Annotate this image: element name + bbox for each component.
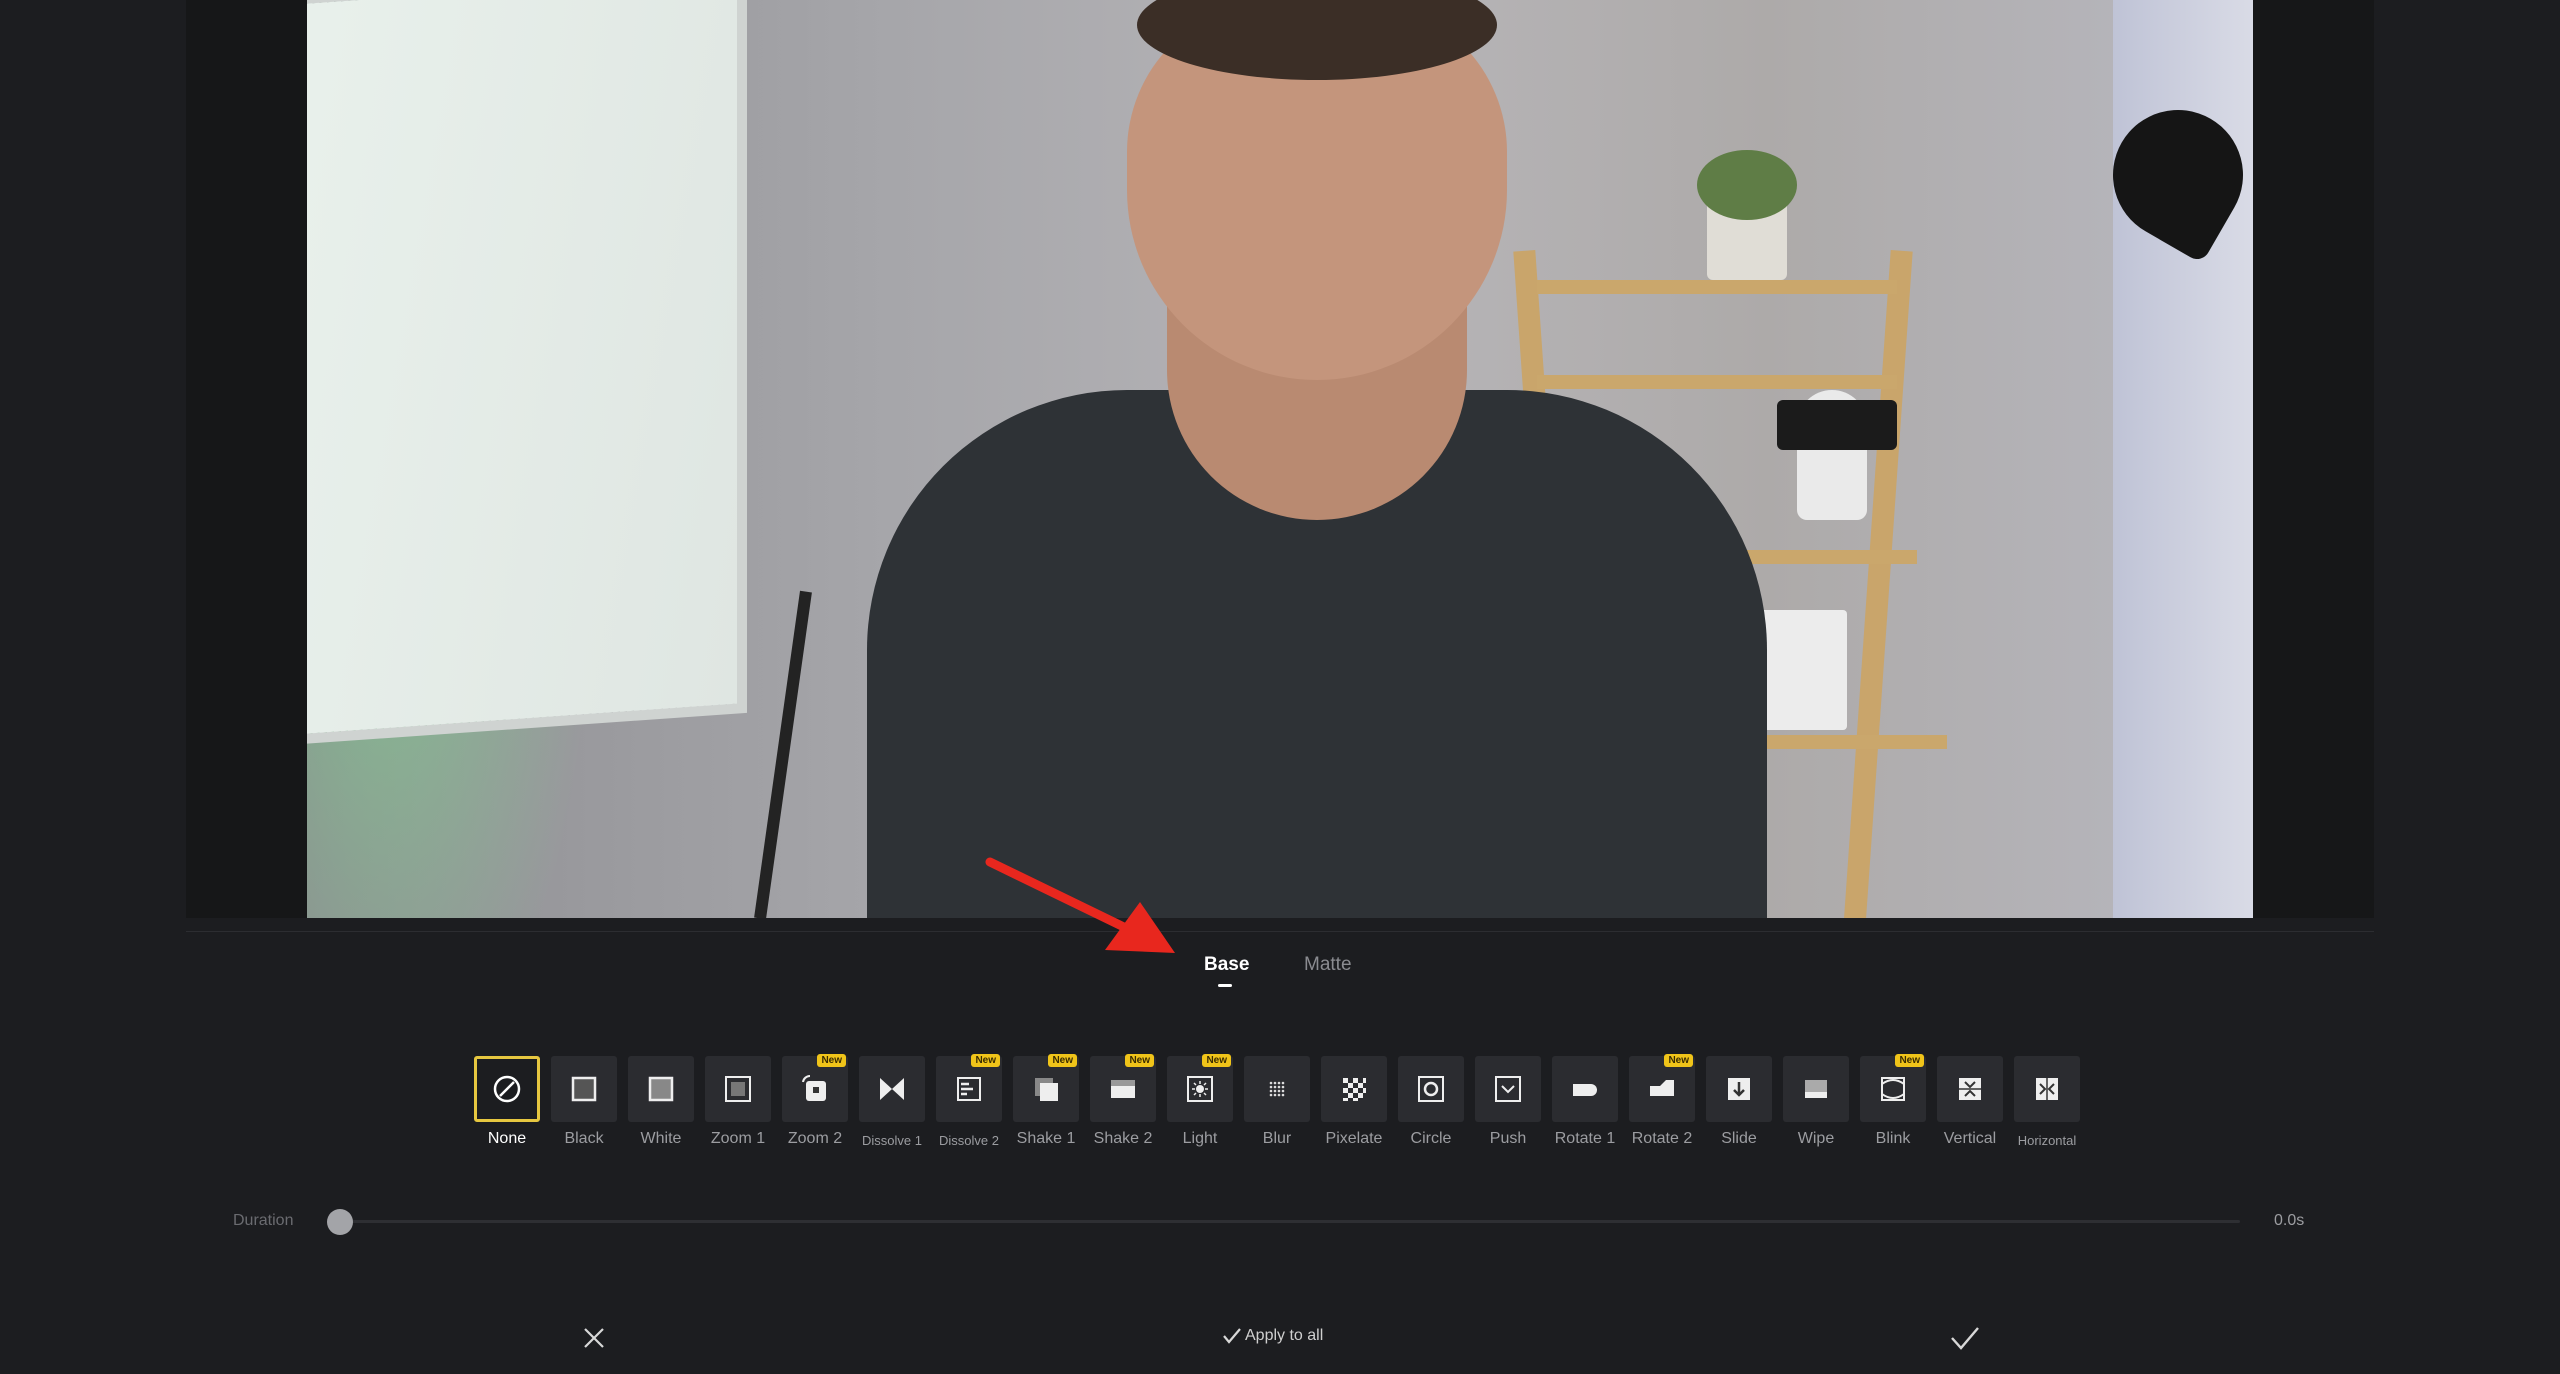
- close-icon: [584, 1328, 604, 1348]
- vr-headset: [1777, 400, 1897, 450]
- transition-zoom-1[interactable]: Zoom 1: [705, 1056, 775, 1147]
- video-preview-panel: [186, 0, 2374, 918]
- check-icon: [1223, 1328, 1241, 1344]
- plant: [1697, 150, 1797, 220]
- transition-slide[interactable]: Slide: [1706, 1056, 1776, 1147]
- transition-blur[interactable]: Blur: [1244, 1056, 1314, 1147]
- blink-icon: [1881, 1077, 1905, 1101]
- tripod-leg: [754, 590, 812, 918]
- shelf: [1537, 375, 1897, 389]
- cancel-button[interactable]: [578, 1322, 610, 1354]
- circle-icon: [1418, 1076, 1444, 1102]
- transition-blink[interactable]: New Blink: [1860, 1054, 1930, 1147]
- transition-tile[interactable]: [1783, 1056, 1849, 1122]
- zoom1-icon: [725, 1076, 751, 1102]
- transition-tile[interactable]: [1552, 1056, 1618, 1122]
- transition-dissolve-1[interactable]: Dissolve 1: [859, 1056, 929, 1148]
- transition-white[interactable]: White: [628, 1056, 698, 1147]
- annotation-arrow-icon: [985, 857, 1175, 953]
- active-tab-indicator: [1218, 984, 1232, 987]
- transition-tile[interactable]: [1321, 1056, 1387, 1122]
- transition-pixelate[interactable]: Pixelate: [1321, 1056, 1391, 1147]
- transition-label: Horizontal: [2017, 1133, 2077, 1148]
- apply-to-all-button[interactable]: Apply to all: [1222, 1327, 1323, 1345]
- duration-value: 0.0s: [2274, 1212, 2305, 1229]
- push-icon: [1495, 1076, 1521, 1102]
- transition-wipe[interactable]: Wipe: [1783, 1056, 1853, 1147]
- new-badge: New: [1048, 1054, 1077, 1067]
- wipe-icon: [1805, 1080, 1827, 1098]
- vertical-icon: [1959, 1078, 1981, 1100]
- rotate1-icon: [1573, 1084, 1597, 1096]
- dissolve1-icon: [880, 1078, 904, 1100]
- product-box: [1757, 610, 1847, 730]
- new-badge: New: [1125, 1054, 1154, 1067]
- light-icon: [1187, 1076, 1213, 1102]
- transition-tile[interactable]: [1244, 1056, 1310, 1122]
- transition-circle[interactable]: Circle: [1398, 1056, 1468, 1147]
- new-badge: New: [817, 1054, 846, 1067]
- confirm-button[interactable]: [1948, 1322, 1982, 1354]
- transition-tile[interactable]: [1937, 1056, 2003, 1122]
- none-icon: [493, 1075, 521, 1103]
- tab-matte[interactable]: Matte: [1304, 954, 1352, 976]
- new-badge: New: [1202, 1054, 1231, 1067]
- transition-shake-1[interactable]: New Shake 1: [1013, 1054, 1083, 1147]
- pixelate-icon: [1343, 1078, 1366, 1101]
- shake2-icon: [1111, 1080, 1135, 1098]
- blur-icon: [1269, 1081, 1285, 1097]
- transition-tile[interactable]: [1398, 1056, 1464, 1122]
- whiteboard: [307, 0, 737, 737]
- transition-tile[interactable]: New: [1090, 1054, 1156, 1122]
- shelf-side: [1843, 250, 1913, 918]
- white-fade-icon: [648, 1076, 674, 1102]
- transition-push[interactable]: Push: [1475, 1056, 1545, 1147]
- transition-horizontal[interactable]: Horizontal: [2014, 1056, 2084, 1148]
- transition-shake-2[interactable]: New Shake 2: [1090, 1054, 1160, 1147]
- transition-light[interactable]: New Light: [1167, 1054, 1237, 1147]
- new-badge: New: [1895, 1054, 1924, 1067]
- transition-vertical[interactable]: Vertical: [1937, 1056, 2007, 1147]
- shelf: [1537, 280, 1897, 294]
- duration-slider-track[interactable]: [340, 1220, 2240, 1223]
- rotate2-icon: [1650, 1080, 1674, 1096]
- dissolve2-icon: [957, 1077, 981, 1101]
- zoom2-icon: [802, 1074, 826, 1101]
- transition-zoom-2[interactable]: New Zoom 2: [782, 1054, 852, 1147]
- duration-label: Duration: [233, 1212, 294, 1229]
- video-frame: [307, 0, 2253, 918]
- divider: [186, 931, 2374, 932]
- transition-tile[interactable]: New: [1860, 1054, 1926, 1122]
- transition-tile[interactable]: [628, 1056, 694, 1122]
- tab-base[interactable]: Base: [1204, 954, 1249, 976]
- new-badge: New: [1664, 1054, 1693, 1067]
- transition-tile[interactable]: [2014, 1056, 2080, 1122]
- transition-tile[interactable]: [1475, 1056, 1541, 1122]
- shake1-icon: [1035, 1078, 1058, 1101]
- transition-dissolve-2[interactable]: New Dissolve 2: [936, 1054, 1006, 1148]
- transition-tile[interactable]: [551, 1056, 617, 1122]
- transition-tile[interactable]: [474, 1056, 540, 1122]
- slide-icon: [1728, 1078, 1750, 1100]
- transition-tile[interactable]: [705, 1056, 771, 1122]
- transition-tile[interactable]: [859, 1056, 925, 1122]
- transition-none[interactable]: None: [474, 1056, 544, 1147]
- transition-tile[interactable]: New: [1629, 1054, 1695, 1122]
- apply-to-all-label: Apply to all: [1245, 1327, 1324, 1344]
- new-badge: New: [971, 1054, 1000, 1067]
- transition-tile[interactable]: New: [936, 1054, 1002, 1122]
- horizontal-icon: [2036, 1078, 2058, 1100]
- check-icon: [1951, 1327, 1979, 1350]
- duration-slider-handle[interactable]: [327, 1209, 353, 1235]
- transition-rotate-1[interactable]: Rotate 1: [1552, 1056, 1622, 1147]
- transition-rotate-2[interactable]: New Rotate 2: [1629, 1054, 1699, 1147]
- black-fade-icon: [571, 1076, 597, 1102]
- transition-tile[interactable]: [1706, 1056, 1772, 1122]
- transition-tile[interactable]: New: [1167, 1054, 1233, 1122]
- transition-tile[interactable]: New: [1013, 1054, 1079, 1122]
- transition-tile[interactable]: New: [782, 1054, 848, 1122]
- transition-black[interactable]: Black: [551, 1056, 621, 1147]
